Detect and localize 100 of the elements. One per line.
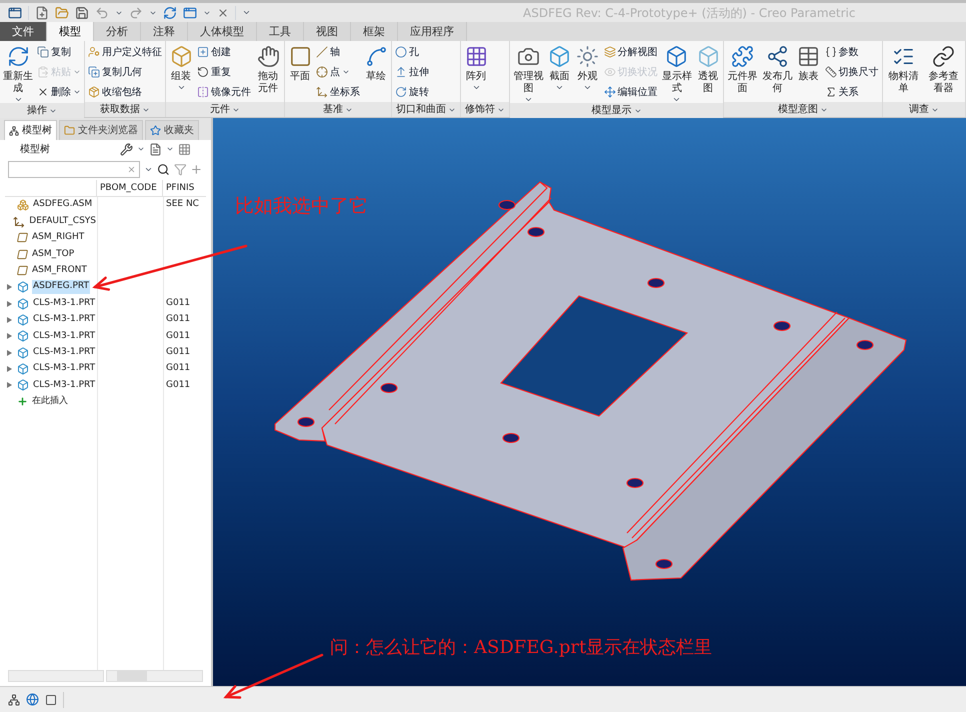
- point-icon: [316, 66, 328, 78]
- tree-item[interactable]: ASDFEG.PRT: [32, 280, 90, 294]
- expand-triangle-icon[interactable]: [7, 316, 12, 323]
- tree-item[interactable]: CLS-M3-1.PRT: [32, 346, 96, 360]
- ribbon-tab[interactable]: 分析: [94, 22, 141, 41]
- ribbon-button[interactable]: 复制: [36, 43, 82, 61]
- plus-icon[interactable]: [190, 162, 203, 176]
- clear-icon[interactable]: [126, 164, 136, 174]
- ribbon-button[interactable]: 发布几何: [760, 41, 794, 102]
- expand-triangle-icon[interactable]: [7, 350, 12, 356]
- ribbon-tab[interactable]: 应用程序: [398, 22, 467, 41]
- group-label[interactable]: 修饰符: [461, 102, 510, 117]
- ribbon-button[interactable]: 参数: [824, 43, 880, 61]
- column-header[interactable]: PBOM_CODE: [97, 180, 163, 196]
- group-label[interactable]: 调查: [882, 102, 965, 117]
- ribbon-tab[interactable]: 视图: [304, 22, 351, 41]
- ribbon-button[interactable]: 重复: [196, 63, 252, 81]
- search-icon[interactable]: [156, 162, 170, 176]
- ribbon-button[interactable]: 重新生成: [2, 41, 34, 103]
- tree-item[interactable]: CLS-M3-1.PRT: [32, 362, 96, 376]
- globe-icon[interactable]: [26, 693, 39, 706]
- new-file-icon[interactable]: [35, 6, 49, 20]
- document-icon[interactable]: [149, 142, 162, 156]
- ribbon-button[interactable]: 点: [315, 63, 362, 81]
- ribbon-tab[interactable]: 注释: [141, 22, 188, 41]
- expand-triangle-icon[interactable]: [7, 366, 12, 372]
- group-label[interactable]: 获取数据: [85, 102, 166, 117]
- ribbon-button[interactable]: 轴: [315, 43, 362, 61]
- open-folder-icon[interactable]: [55, 6, 69, 20]
- ribbon-button[interactable]: 组装: [168, 41, 194, 102]
- window-icon[interactable]: [183, 6, 197, 20]
- grid-icon[interactable]: [178, 142, 191, 156]
- group-label[interactable]: 操作: [0, 103, 84, 118]
- ribbon-button[interactable]: 管理视图: [512, 41, 545, 103]
- ribbon-tab[interactable]: 框架: [351, 22, 398, 41]
- ribbon-button[interactable]: 阵列: [463, 41, 490, 102]
- horizontal-scrollbar[interactable]: [8, 670, 104, 682]
- panel-tab[interactable]: 收藏夹: [145, 120, 199, 140]
- group-label[interactable]: 基准: [285, 102, 392, 117]
- ribbon-button[interactable]: 收缩包络: [87, 83, 164, 101]
- expand-triangle-icon[interactable]: [7, 300, 12, 307]
- redo-icon[interactable]: [129, 6, 143, 20]
- save-icon[interactable]: [75, 6, 89, 20]
- tree-item[interactable]: CLS-M3-1.PRT: [32, 330, 96, 344]
- ribbon-button[interactable]: 元件界面: [726, 41, 759, 102]
- ribbon-button[interactable]: 用户定义特征: [87, 43, 164, 61]
- ribbon-button[interactable]: 参考查看器: [924, 41, 963, 102]
- expand-triangle-icon[interactable]: [7, 382, 12, 388]
- ribbon-button[interactable]: 编辑位置: [602, 83, 659, 101]
- group-label[interactable]: 切口和曲面: [392, 102, 460, 117]
- ribbon-button[interactable]: 分解视图: [602, 43, 659, 61]
- tree-item[interactable]: CLS-M3-1.PRT: [32, 378, 96, 392]
- group-label[interactable]: 元件: [166, 102, 284, 117]
- group-label[interactable]: 模型意图: [724, 102, 882, 117]
- group-label[interactable]: 模型显示: [510, 103, 724, 118]
- expand-triangle-icon[interactable]: [7, 333, 12, 340]
- ribbon-button[interactable]: 草绘: [363, 41, 390, 102]
- ribbon-button[interactable]: 创建: [196, 43, 252, 61]
- ribbon-button[interactable]: 物料清单: [884, 41, 922, 102]
- wrench-icon[interactable]: [120, 142, 133, 156]
- column-header[interactable]: PFINIS: [163, 180, 198, 196]
- ribbon-tab[interactable]: 人体模型: [188, 22, 257, 41]
- ribbon-button[interactable]: 镜像元件: [196, 83, 252, 101]
- ribbon-button[interactable]: 关系: [824, 83, 880, 101]
- tree-item[interactable]: ASDFEG.ASM: [32, 198, 94, 212]
- tree-item[interactable]: DEFAULT_CSYS: [28, 214, 97, 228]
- ribbon-button[interactable]: 透视图: [695, 41, 722, 103]
- ribbon-button[interactable]: 拉伸: [394, 63, 430, 81]
- tree-item[interactable]: 在此插入: [31, 395, 69, 409]
- ribbon-tab[interactable]: 工具: [257, 22, 304, 41]
- ribbon-button[interactable]: 族表: [796, 41, 822, 102]
- expand-triangle-icon[interactable]: [7, 284, 12, 290]
- horizontal-scrollbar[interactable]: [106, 670, 203, 682]
- tree-icon[interactable]: [8, 694, 20, 706]
- tree-item[interactable]: CLS-M3-1.PRT: [32, 313, 96, 327]
- search-field[interactable]: [8, 160, 140, 178]
- panel-tab[interactable]: 模型树: [4, 120, 57, 140]
- square-icon[interactable]: [45, 694, 57, 706]
- ribbon-button[interactable]: 切换尺寸: [824, 63, 880, 81]
- ribbon-button[interactable]: 孔: [394, 43, 430, 61]
- filter-icon[interactable]: [174, 162, 186, 176]
- tree-item[interactable]: ASM_RIGHT: [31, 231, 86, 245]
- ribbon-button[interactable]: 拖动元件: [254, 41, 282, 102]
- ribbon-button[interactable]: 平面: [287, 41, 314, 102]
- panel-tab[interactable]: 文件夹浏览器: [59, 120, 143, 140]
- undo-icon[interactable]: [95, 6, 109, 20]
- tree-item[interactable]: ASM_TOP: [31, 248, 76, 262]
- regenerate-icon[interactable]: [163, 6, 177, 20]
- tree-item[interactable]: ASM_FRONT: [31, 264, 88, 278]
- ribbon-tab[interactable]: 文件: [0, 22, 47, 41]
- ribbon-tab[interactable]: 模型: [47, 22, 94, 41]
- ribbon-button[interactable]: 外观: [574, 41, 601, 103]
- ribbon-button[interactable]: 坐标系: [315, 83, 362, 101]
- tree-item[interactable]: CLS-M3-1.PRT: [32, 296, 96, 310]
- ribbon-button[interactable]: 显示样式: [660, 41, 694, 103]
- ribbon-button[interactable]: 删除: [36, 83, 82, 101]
- ribbon-button[interactable]: 截面: [546, 41, 573, 103]
- ribbon-button[interactable]: 复制几何: [87, 63, 164, 81]
- ribbon-button[interactable]: 旋转: [394, 83, 430, 101]
- close-window-icon[interactable]: [217, 6, 229, 18]
